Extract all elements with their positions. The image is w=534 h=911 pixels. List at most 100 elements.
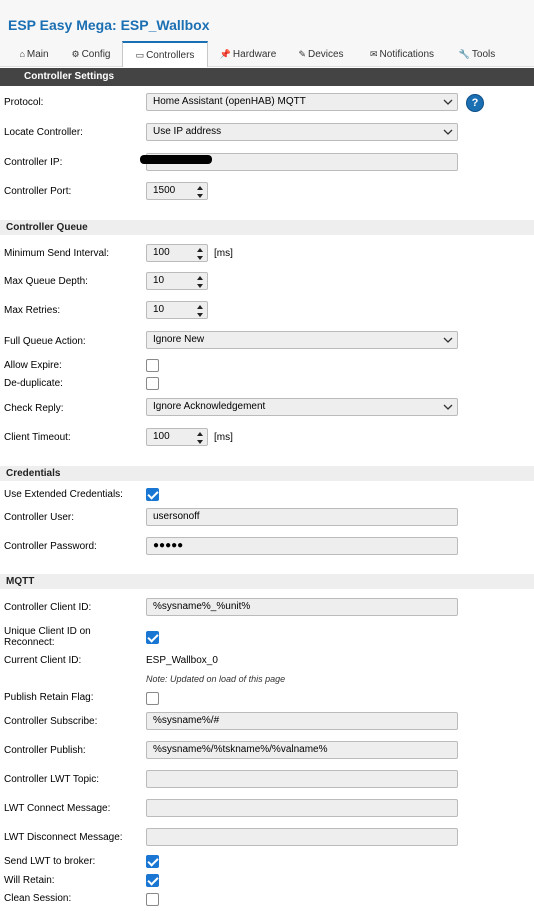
controller-publish-input[interactable]: %sysname%/%tskname%/%valname%: [146, 741, 458, 759]
send-lwt-checkbox[interactable]: [146, 855, 159, 868]
tab-label: Tools: [471, 49, 496, 60]
tab-label: Hardware: [232, 49, 277, 60]
controller-icon: ▭: [135, 50, 145, 60]
min-send-interval-input[interactable]: 100: [146, 244, 208, 262]
tab-tools[interactable]: 🔧 Tools: [452, 42, 502, 66]
send-lwt-label: Send LWT to broker:: [4, 856, 96, 867]
current-client-id-value: ESP_Wallbox_0: [146, 655, 218, 666]
lwt-disconnect-label: LWT Disconnect Message:: [4, 832, 123, 843]
controller-user-input[interactable]: usersonoff: [146, 508, 458, 526]
spinner-icon[interactable]: [196, 184, 204, 200]
check-reply-label: Check Reply:: [4, 403, 64, 414]
section-controller-settings: Controller Settings: [0, 68, 534, 86]
max-retries-value: 10: [153, 304, 165, 315]
min-send-interval-label: Minimum Send Interval:: [4, 248, 110, 259]
controller-password-input[interactable]: ●●●●●: [146, 537, 458, 555]
max-retries-label: Max Retries:: [4, 305, 61, 316]
de-duplicate-checkbox[interactable]: [146, 377, 159, 390]
current-client-id-note: Note: Updated on load of this page: [146, 674, 286, 684]
page-title: ESP Easy Mega: ESP_Wallbox: [8, 17, 210, 33]
unique-client-id-checkbox[interactable]: [146, 631, 159, 644]
check-reply-value: Ignore Acknowledgement: [153, 401, 266, 412]
locate-controller-label: Locate Controller:: [4, 127, 83, 138]
client-id-input[interactable]: %sysname%_%unit%: [146, 598, 458, 616]
chevron-down-icon: [443, 337, 453, 343]
tab-label: Config: [81, 49, 111, 60]
spinner-icon[interactable]: [196, 303, 204, 319]
unique-client-id-label-line1: Unique Client ID on: [4, 626, 91, 637]
tab-notifications[interactable]: ✉ Notifications: [362, 42, 442, 66]
tab-config[interactable]: ⚙ Config: [64, 42, 118, 66]
unique-client-id-label-line2: Reconnect:: [4, 637, 55, 648]
clean-session-label: Clean Session:: [4, 893, 72, 904]
full-queue-action-select[interactable]: Ignore New: [146, 331, 458, 349]
section-mqtt: MQTT: [0, 574, 534, 589]
clean-session-checkbox[interactable]: [146, 893, 159, 906]
lwt-topic-input[interactable]: [146, 770, 458, 788]
allow-expire-label: Allow Expire:: [4, 360, 62, 371]
locate-controller-value: Use IP address: [153, 126, 222, 137]
controller-ip-label: Controller IP:: [4, 157, 63, 168]
controller-subscribe-input[interactable]: %sysname%/#: [146, 712, 458, 730]
controller-user-label: Controller User:: [4, 512, 75, 523]
pin-icon: 📌: [219, 49, 231, 59]
locate-controller-select[interactable]: Use IP address: [146, 123, 458, 141]
lwt-connect-input[interactable]: [146, 799, 458, 817]
chevron-down-icon: [443, 99, 453, 105]
will-retain-label: Will Retain:: [4, 875, 55, 886]
gear-icon: ⚙: [71, 49, 80, 59]
controller-port-label: Controller Port:: [4, 186, 72, 197]
min-send-interval-value: 100: [153, 247, 170, 258]
home-icon: ⌂: [19, 49, 25, 59]
spinner-icon[interactable]: [196, 274, 204, 290]
tab-controllers[interactable]: ▭ Controllers: [122, 41, 208, 67]
tab-label: Devices: [307, 49, 344, 60]
wrench-icon: 🔧: [458, 49, 470, 59]
client-id-label: Controller Client ID:: [4, 602, 92, 613]
section-credentials: Credentials: [0, 466, 534, 481]
unit-label: [ms]: [214, 248, 233, 259]
will-retain-checkbox[interactable]: [146, 874, 159, 887]
controller-password-label: Controller Password:: [4, 541, 97, 552]
spinner-icon[interactable]: [196, 246, 204, 262]
current-client-id-label: Current Client ID:: [4, 655, 82, 666]
max-queue-depth-value: 10: [153, 275, 165, 286]
lwt-disconnect-input[interactable]: [146, 828, 458, 846]
client-timeout-value: 100: [153, 431, 170, 442]
controller-publish-label: Controller Publish:: [4, 745, 86, 756]
max-retries-input[interactable]: 10: [146, 301, 208, 319]
lwt-connect-label: LWT Connect Message:: [4, 803, 111, 814]
protocol-select[interactable]: Home Assistant (openHAB) MQTT: [146, 93, 458, 111]
controller-subscribe-label: Controller Subscribe:: [4, 716, 98, 727]
tab-label: Main: [26, 49, 49, 60]
tab-label: Controllers: [146, 50, 195, 61]
tab-label: Notifications: [379, 49, 434, 60]
lwt-topic-label: Controller LWT Topic:: [4, 774, 100, 785]
chevron-down-icon: [443, 404, 453, 410]
max-queue-depth-input[interactable]: 10: [146, 272, 208, 290]
check-reply-select[interactable]: Ignore Acknowledgement: [146, 398, 458, 416]
publish-retain-checkbox[interactable]: [146, 692, 159, 705]
full-queue-action-label: Full Queue Action:: [4, 336, 86, 347]
max-queue-depth-label: Max Queue Depth:: [4, 276, 88, 287]
tab-main[interactable]: ⌂ Main: [12, 42, 56, 66]
allow-expire-checkbox[interactable]: [146, 359, 159, 372]
publish-retain-label: Publish Retain Flag:: [4, 692, 94, 703]
client-timeout-label: Client Timeout:: [4, 432, 71, 443]
controller-port-value: 1500: [153, 185, 176, 196]
envelope-icon: ✉: [369, 49, 378, 59]
pencil-icon: ✎: [298, 49, 306, 59]
controller-port-input[interactable]: 1500: [146, 182, 208, 200]
client-timeout-input[interactable]: 100: [146, 428, 208, 446]
tab-devices[interactable]: ✎ Devices: [290, 42, 352, 66]
spinner-icon[interactable]: [196, 430, 204, 446]
extended-credentials-checkbox[interactable]: [146, 488, 159, 501]
de-duplicate-label: De-duplicate:: [4, 378, 63, 389]
full-queue-action-value: Ignore New: [153, 334, 205, 345]
protocol-value: Home Assistant (openHAB) MQTT: [153, 96, 306, 107]
protocol-label: Protocol:: [4, 97, 44, 108]
help-icon[interactable]: ?: [466, 94, 484, 112]
chevron-down-icon: [443, 129, 453, 135]
tab-hardware[interactable]: 📌 Hardware: [212, 42, 284, 66]
redaction-mark: [140, 155, 212, 164]
